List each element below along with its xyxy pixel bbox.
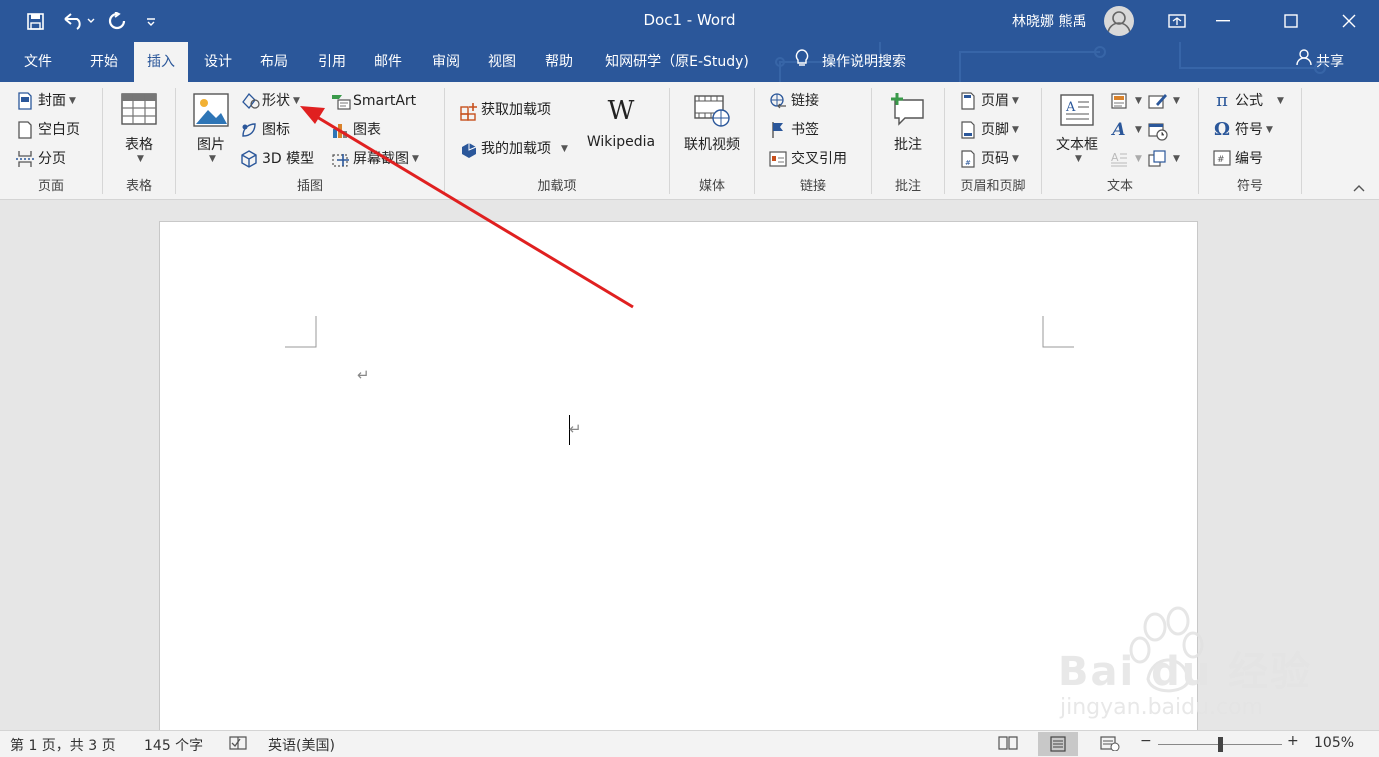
baidu-watermark: Bai du 经验 jingyan.baidu.com [1052,605,1312,725]
zoom-level[interactable]: 105% [1314,735,1354,751]
zoom-in-button[interactable]: + [1287,733,1299,749]
watermark-brand: Bai du 经验 [1058,649,1313,695]
language-indicator[interactable]: 英语(美国) [268,735,335,755]
print-layout-icon[interactable] [1038,732,1078,756]
proofing-icon[interactable] [228,735,248,755]
web-layout-icon[interactable] [1100,735,1120,755]
zoom-slider-thumb[interactable] [1218,737,1223,752]
watermark-url: jingyan.baidu.com [1060,695,1264,720]
zoom-out-button[interactable]: − [1140,733,1152,749]
word-count[interactable]: 145 个字 [144,735,203,755]
status-bar: 第 1 页，共 3 页 145 个字 英语(美国) − + 105% [0,730,1379,757]
read-mode-icon[interactable] [998,735,1018,755]
page-count[interactable]: 第 1 页，共 3 页 [10,735,116,755]
